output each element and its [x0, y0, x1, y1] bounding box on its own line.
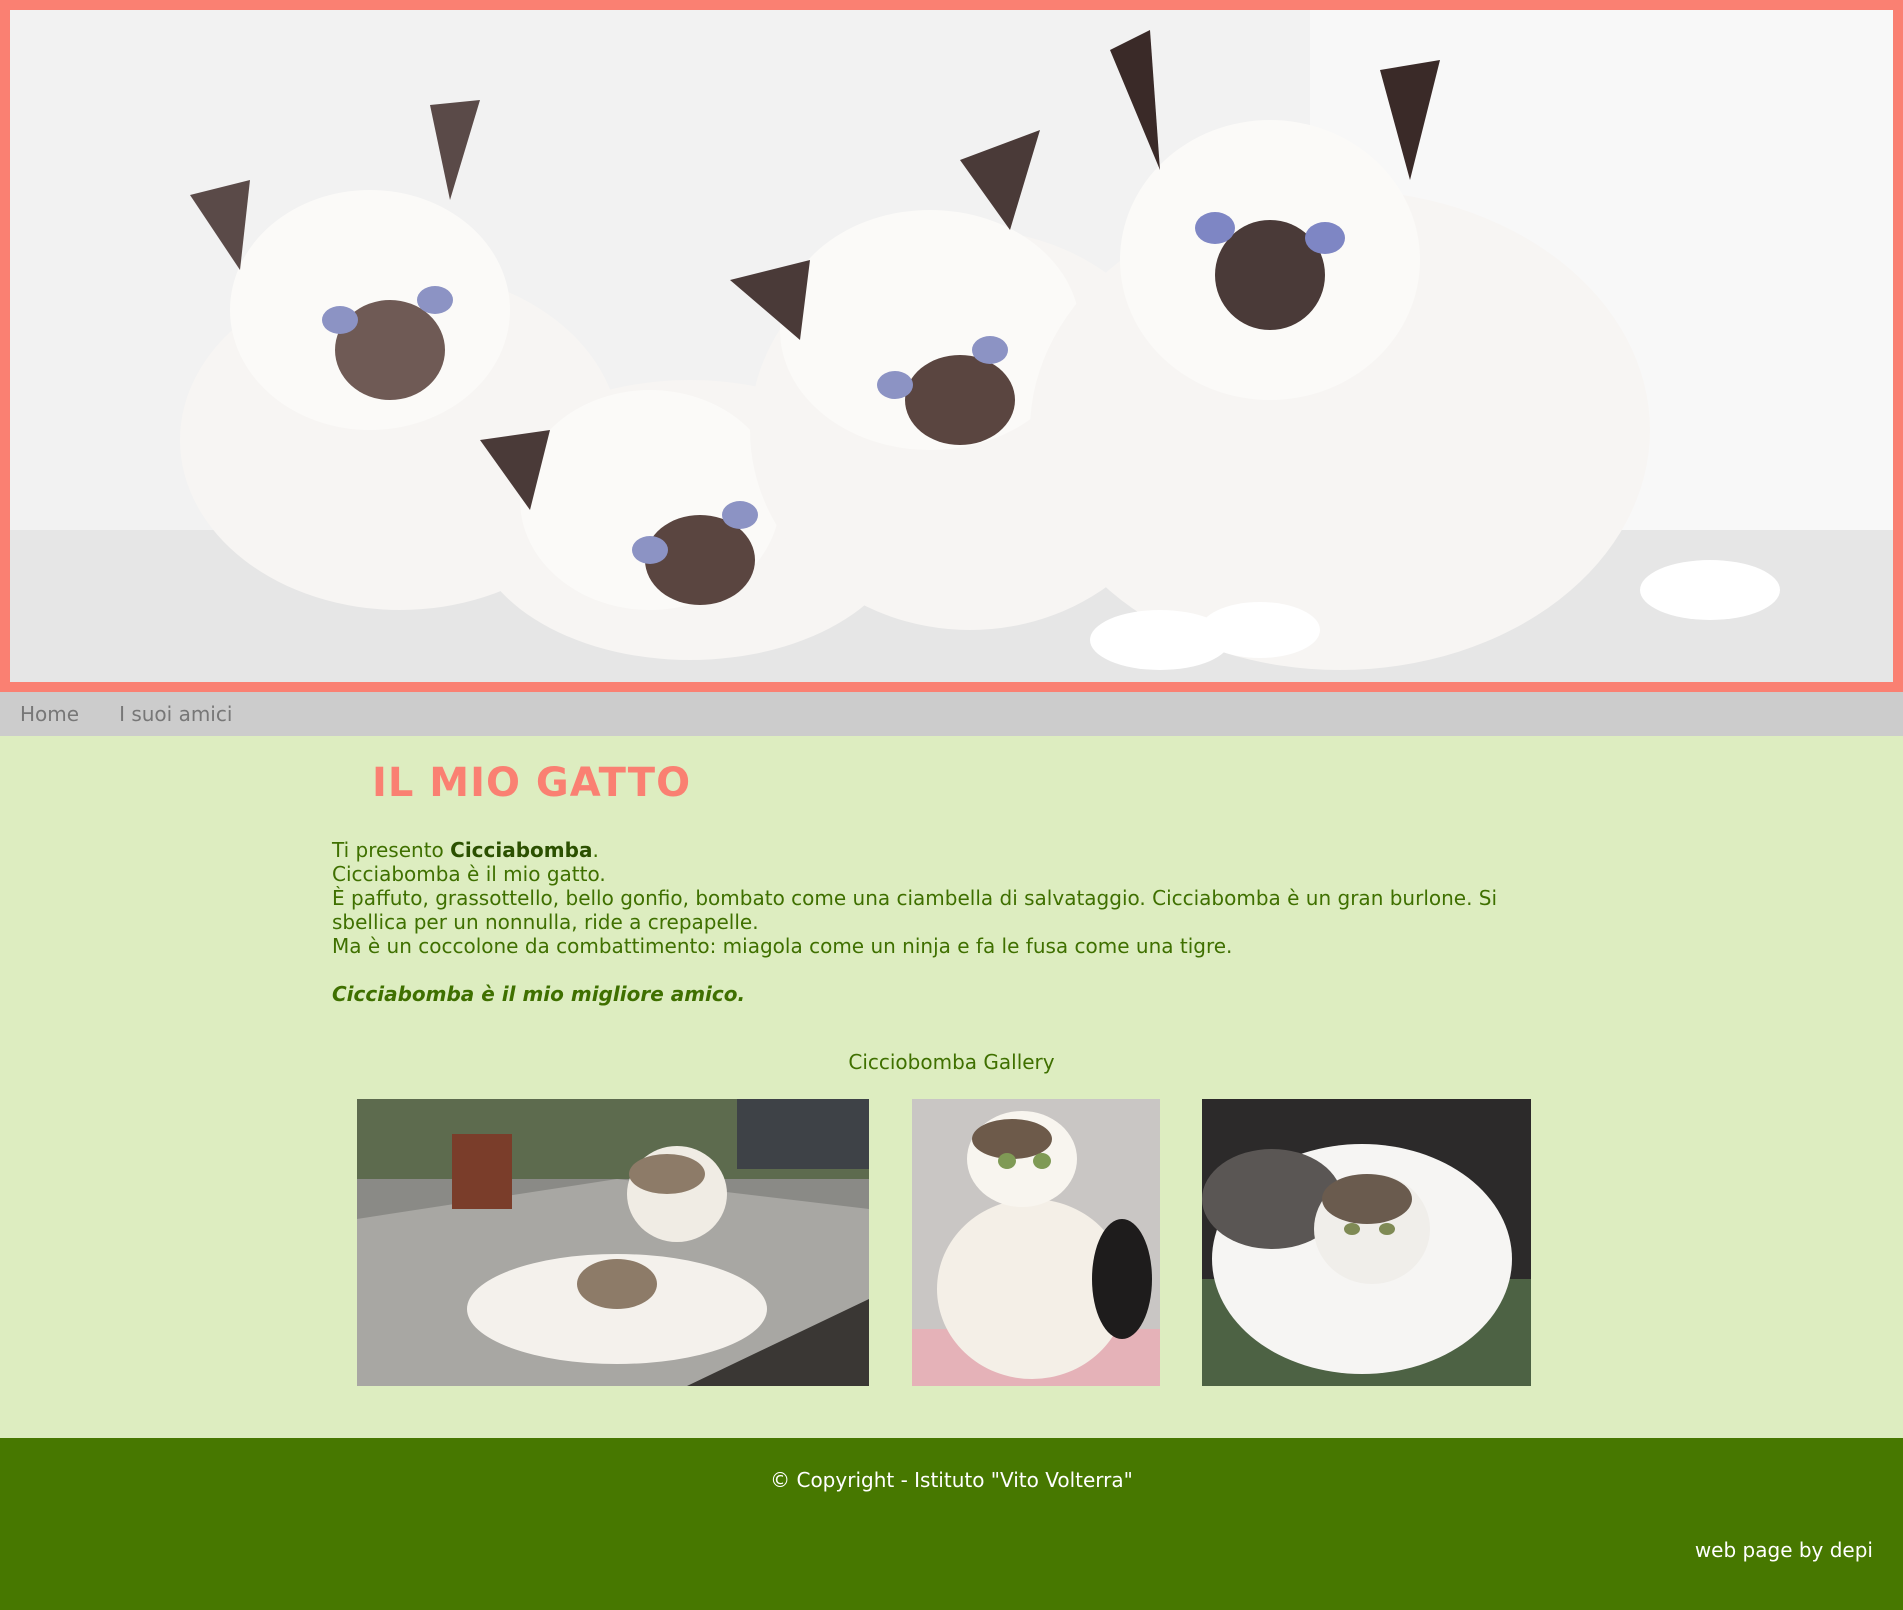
- intro-line-4: Ma è un coccolone da combattimento: miag…: [332, 934, 1233, 958]
- cat-name: Cicciabomba: [450, 838, 593, 862]
- intro-line-1: Ti presento Cicciabomba.: [332, 838, 1512, 862]
- copyright-text: © Copyright - Istituto "Vito Volterra": [770, 1468, 1133, 1492]
- intro-prefix: Ti presento: [332, 838, 451, 862]
- top-nav: Home I suoi amici: [0, 692, 1903, 736]
- motto: Cicciabomba è il mio migliore amico.: [332, 982, 746, 1006]
- intro-suffix: .: [592, 838, 599, 862]
- nav-home-link[interactable]: Home: [0, 692, 99, 736]
- nav-friends-link[interactable]: I suoi amici: [99, 692, 252, 736]
- header-banner-image: [0, 0, 1903, 692]
- credit-text: web page by depi: [1694, 1538, 1873, 1562]
- page-title: IL MIO GATTO: [372, 760, 692, 806]
- gallery-photo-2[interactable]: [912, 1099, 1160, 1386]
- gallery-caption: Cicciobomba Gallery: [848, 1050, 1055, 1074]
- intro-line-2: Cicciabomba è il mio gatto.: [332, 862, 606, 886]
- intro-text: Ti presento Cicciabomba. Cicciabomba è i…: [332, 838, 1512, 1006]
- gallery-photo-1[interactable]: [357, 1099, 869, 1386]
- footer: © Copyright - Istituto "Vito Volterra" w…: [0, 1438, 1903, 1610]
- intro-line-3: È paffuto, grassottello, bello gonfio, b…: [332, 886, 1498, 934]
- gallery-photo-3[interactable]: [1202, 1099, 1531, 1386]
